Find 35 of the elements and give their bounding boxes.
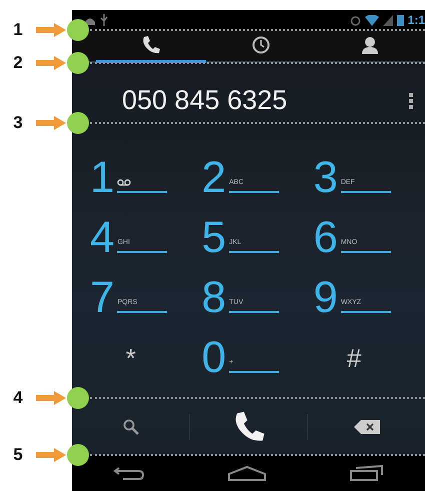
search-icon [122,418,138,434]
marker-dot-icon [66,443,90,467]
arrow-icon [36,116,66,130]
backspace-icon [354,420,380,434]
battery-icon [396,14,404,26]
phone-number-field[interactable]: 050 845 6325 [122,85,288,115]
voicemail-icon [117,179,132,186]
dial-key[interactable]: # [313,328,425,388]
person-icon [360,35,380,55]
callout-number: 2 [12,53,24,73]
clock-icon [250,35,270,55]
callout-number: 4 [12,388,24,408]
alarm-icon [350,14,361,26]
arrow-icon [36,56,66,70]
recent-apps-icon[interactable] [350,465,384,481]
usb-icon [100,14,108,26]
marker-dot-icon [66,18,90,42]
callout-number: 1 [12,20,24,40]
arrow-icon [36,448,66,462]
overflow-menu-icon[interactable] [409,93,413,109]
wifi-icon [364,14,379,26]
home-icon[interactable] [227,465,268,481]
marker-dot-icon [66,111,90,135]
back-icon[interactable] [113,466,146,480]
signal-icon [382,14,393,26]
callout-number: 3 [12,113,24,133]
marker-dot-icon [66,51,90,75]
dial-key[interactable]: * [90,328,202,388]
status-time: 1:1 [408,13,425,27]
arrow-icon [36,23,66,37]
callout-number: 5 [12,445,24,465]
phone-icon [140,35,161,55]
arrow-icon [36,391,66,405]
dial-key[interactable]: 1 [90,148,202,208]
marker-dot-icon [66,386,90,410]
